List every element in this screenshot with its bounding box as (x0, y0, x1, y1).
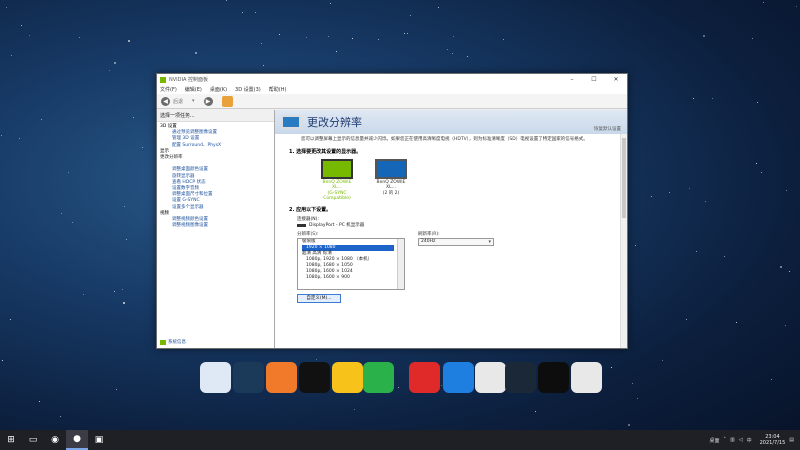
page-title: 更改分辨率 (307, 116, 362, 129)
nvidia-taskbar-icon[interactable]: ▣ (88, 430, 110, 450)
taskbar: ⊞ ▭ ◉ ● ▣ 桌面 ˄ ▥ ◁ 中 23:04 2021/7/15 ▤ (0, 430, 800, 450)
volume-icon[interactable]: ◁ (739, 437, 743, 443)
display-settings-icon (281, 115, 301, 129)
home-icon[interactable] (221, 95, 233, 107)
windows-start-icon[interactable]: ⊞ (0, 430, 22, 450)
clock-date: 2021/7/15 (759, 440, 786, 446)
system-info-icon (160, 339, 166, 345)
menu-item[interactable]: 文件(F) (160, 86, 177, 93)
back-dropdown-icon[interactable]: ▾ (192, 98, 195, 104)
desktop-dock (0, 362, 800, 396)
netease-music-icon[interactable] (409, 362, 440, 393)
content-scrollbar[interactable] (620, 134, 627, 348)
task-tree: 3D 设置 通过预览调整图像设置 管理 3D 设置 配置 Surround、PhysX… (157, 122, 274, 231)
task-panel-header: 选择一项任务... (157, 110, 274, 122)
monitor-1[interactable]: BenQ ZOWIE XL... (G-SYNC Compatible) (317, 158, 357, 201)
maximize-button[interactable]: ☐ (583, 74, 605, 85)
content-panel: 更改分辨率 恢复默认设置 您可以调整屏幕上显示的信息量并减少闪烁。如果您正在使用… (275, 110, 627, 348)
steam-icon[interactable] (505, 362, 536, 393)
monitor-2-name: BenQ ZOWIE XL... (376, 179, 406, 190)
qq-icon[interactable] (299, 362, 330, 393)
panel-header: 更改分辨率 恢复默认设置 (275, 110, 627, 134)
document-icon[interactable] (475, 362, 506, 393)
close-button[interactable]: ✕ (605, 74, 627, 85)
connector-value: DisplayPort - PC 机显示器 (309, 222, 365, 228)
title-bar: NVIDIA 控制面板 – ☐ ✕ (157, 74, 627, 85)
page-description: 您可以调整屏幕上显示的信息量并减少闪烁。如果您正在使用高清晰度电视（HDTV），… (301, 137, 588, 142)
monitor-icon (321, 158, 353, 179)
listbox-scrollbar[interactable] (397, 238, 404, 289)
system-tray: 桌面 ˄ ▥ ◁ 中 23:04 2021/7/15 ▤ (710, 430, 800, 450)
customize-button[interactable]: 自定义(M)... (297, 293, 341, 303)
monitor-list: BenQ ZOWIE XL... (G-SYNC Compatible) Ben… (275, 158, 627, 201)
desktop-label[interactable]: 桌面 (710, 437, 720, 444)
menu-item[interactable]: 桌面(K) (210, 86, 227, 93)
task-panel: 选择一项任务... 3D 设置 通过预览调整图像设置 管理 3D 设置 配置 Surr… (157, 110, 275, 348)
monitor-1-name: BenQ ZOWIE XL... (322, 179, 352, 190)
clock[interactable]: 23:04 2021/7/15 (760, 434, 786, 446)
menu-item[interactable]: 编辑(E) (185, 86, 202, 93)
task-view-icon[interactable]: ▭ (22, 430, 44, 450)
recycle-bin-icon[interactable] (200, 362, 231, 393)
window-title: NVIDIA 控制面板 (169, 77, 208, 83)
menu-bar: 文件(F) 编辑(E) 桌面(K) 3D 设置(3) 帮助(H) (157, 85, 627, 94)
resolution-listbox[interactable]: 极限版 1920 × 1080 超清 高清 标清 1080p, 1920 × 1080… (297, 237, 405, 290)
notification-icon[interactable]: ▤ (789, 437, 794, 443)
section-apply-settings: 2. 应用以下设置。 (289, 206, 332, 213)
chrome-icon[interactable]: ◉ (44, 430, 66, 450)
minimize-button[interactable]: – (561, 74, 583, 85)
monitor-2-subtitle: (2 的 2) (382, 190, 400, 196)
menu-item[interactable]: 帮助(H) (269, 86, 287, 93)
monitor-2[interactable]: BenQ ZOWIE XL... (2 的 2) (371, 158, 411, 201)
back-label: 后退 (173, 98, 184, 105)
tim-icon[interactable] (332, 362, 363, 393)
nvidia-control-panel-window: NVIDIA 控制面板 – ☐ ✕ 文件(F) 编辑(E) 桌面(K) 3D 设置(3… (156, 73, 628, 349)
tree-item[interactable]: 更改分辨率 (160, 155, 271, 161)
document2-icon[interactable] (571, 362, 602, 393)
xunlei-icon[interactable] (443, 362, 474, 393)
ime-icon[interactable]: 中 (747, 437, 752, 444)
refresh-rate-label: 刷新率(R): (418, 231, 440, 237)
resolution-label: 分辨率(S): (297, 231, 319, 237)
obs-icon[interactable]: ● (66, 430, 88, 450)
section-select-display: 1. 选择要更改其设置的显示器。 (289, 148, 362, 155)
tree-item[interactable]: 调整视频图像设置 (160, 223, 271, 229)
capcut-icon[interactable] (538, 362, 569, 393)
tray-chevron-icon[interactable]: ˄ (724, 437, 727, 443)
back-button[interactable]: ◀ (161, 96, 170, 106)
orange-circle-icon[interactable] (266, 362, 297, 393)
network-icon[interactable]: ▥ (730, 437, 735, 443)
system-info-label: 系统信息 (168, 340, 186, 345)
connector-block: 连接器(N): DisplayPort - PC 机显示器 (275, 217, 627, 229)
nvidia-icon (160, 76, 166, 83)
system-info-link[interactable]: 系统信息 (160, 339, 186, 345)
monitor-1-subtitle: (G-SYNC Compatible) (323, 190, 351, 201)
resolution-option[interactable]: 1080p, 1600 × 900 (298, 275, 404, 281)
forward-button[interactable]: ▶ (203, 96, 213, 106)
toolbar: ◀ 后退 ▾ ▶ (157, 94, 627, 109)
restore-defaults-link[interactable]: 恢复默认设置 (594, 126, 621, 132)
menu-item[interactable]: 3D 设置(3) (235, 86, 261, 93)
app-circle-icon[interactable] (233, 362, 264, 393)
monitor-icon (375, 158, 407, 179)
refresh-rate-select[interactable]: 240Hz (418, 237, 494, 246)
wechat-icon[interactable] (363, 362, 394, 393)
displayport-icon (297, 224, 306, 228)
